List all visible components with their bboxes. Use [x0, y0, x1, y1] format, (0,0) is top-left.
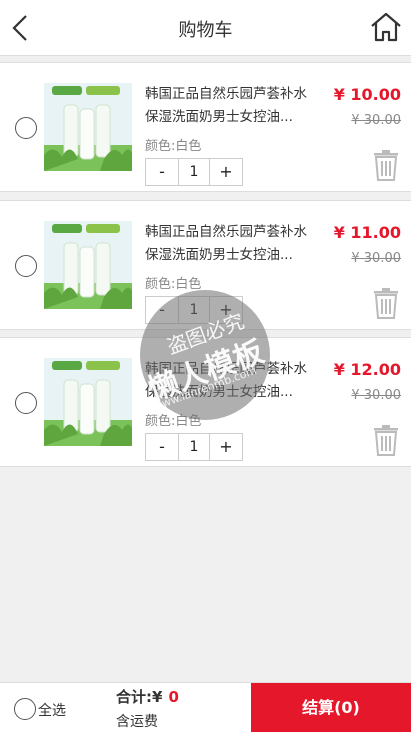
item-select-radio[interactable] — [15, 117, 37, 139]
product-thumbnail[interactable] — [44, 358, 132, 446]
total-label: 合计:¥ — [116, 688, 163, 706]
decrement-button[interactable]: - — [146, 434, 178, 460]
product-price: ¥ 10.00 — [333, 85, 401, 104]
checkout-button[interactable]: 结算(0) — [251, 683, 411, 732]
decrement-button[interactable]: - — [146, 159, 178, 185]
home-icon[interactable] — [369, 10, 403, 44]
cart-item: 韩国正品自然乐园芦荟补水保湿洗面奶男士女控油... 颜色:白色 ¥ 12.00 … — [0, 337, 411, 467]
item-select-radio[interactable] — [15, 255, 37, 277]
product-original-price: ¥ 30.00 — [351, 113, 401, 128]
product-price: ¥ 11.00 — [333, 223, 401, 242]
product-color: 颜色:白色 — [145, 414, 202, 429]
header-bar: 购物车 — [0, 0, 411, 56]
product-original-price: ¥ 30.00 — [351, 388, 401, 403]
select-all-label[interactable]: 全选 — [38, 700, 66, 720]
select-all-radio[interactable] — [14, 698, 36, 720]
item-select-radio[interactable] — [15, 392, 37, 414]
product-price: ¥ 12.00 — [333, 360, 401, 379]
quantity-value[interactable]: 1 — [178, 434, 210, 460]
checkout-bar: 全选 合计:¥ 0 含运费 结算(0) — [0, 682, 411, 732]
product-color: 颜色:白色 — [145, 139, 202, 154]
product-name[interactable]: 韩国正品自然乐园芦荟补水保湿洗面奶男士女控油... — [145, 221, 315, 267]
quantity-stepper: - 1 + — [145, 158, 243, 186]
page-title: 购物车 — [178, 20, 233, 41]
trash-icon[interactable] — [373, 149, 399, 181]
product-thumbnail[interactable] — [44, 221, 132, 309]
quantity-stepper: - 1 + — [145, 296, 243, 324]
product-thumbnail[interactable] — [44, 83, 132, 171]
product-name[interactable]: 韩国正品自然乐园芦荟补水保湿洗面奶男士女控油... — [145, 83, 315, 129]
trash-icon[interactable] — [373, 424, 399, 456]
product-color: 颜色:白色 — [145, 277, 202, 292]
trash-icon[interactable] — [373, 287, 399, 319]
increment-button[interactable]: + — [210, 434, 242, 460]
quantity-stepper: - 1 + — [145, 433, 243, 461]
increment-button[interactable]: + — [210, 159, 242, 185]
cart-item: 韩国正品自然乐园芦荟补水保湿洗面奶男士女控油... 颜色:白色 ¥ 10.00 … — [0, 62, 411, 192]
total-price: 合计:¥ 0 — [116, 686, 179, 707]
quantity-value[interactable]: 1 — [178, 297, 210, 323]
cart-item: 韩国正品自然乐园芦荟补水保湿洗面奶男士女控油... 颜色:白色 ¥ 11.00 … — [0, 200, 411, 330]
increment-button[interactable]: + — [210, 297, 242, 323]
product-name[interactable]: 韩国正品自然乐园芦荟补水保湿洗面奶男士女控油... — [145, 358, 315, 404]
shipping-note: 含运费 — [116, 714, 158, 730]
total-amount: 0 — [168, 688, 179, 706]
quantity-value[interactable]: 1 — [178, 159, 210, 185]
decrement-button[interactable]: - — [146, 297, 178, 323]
product-original-price: ¥ 30.00 — [351, 251, 401, 266]
